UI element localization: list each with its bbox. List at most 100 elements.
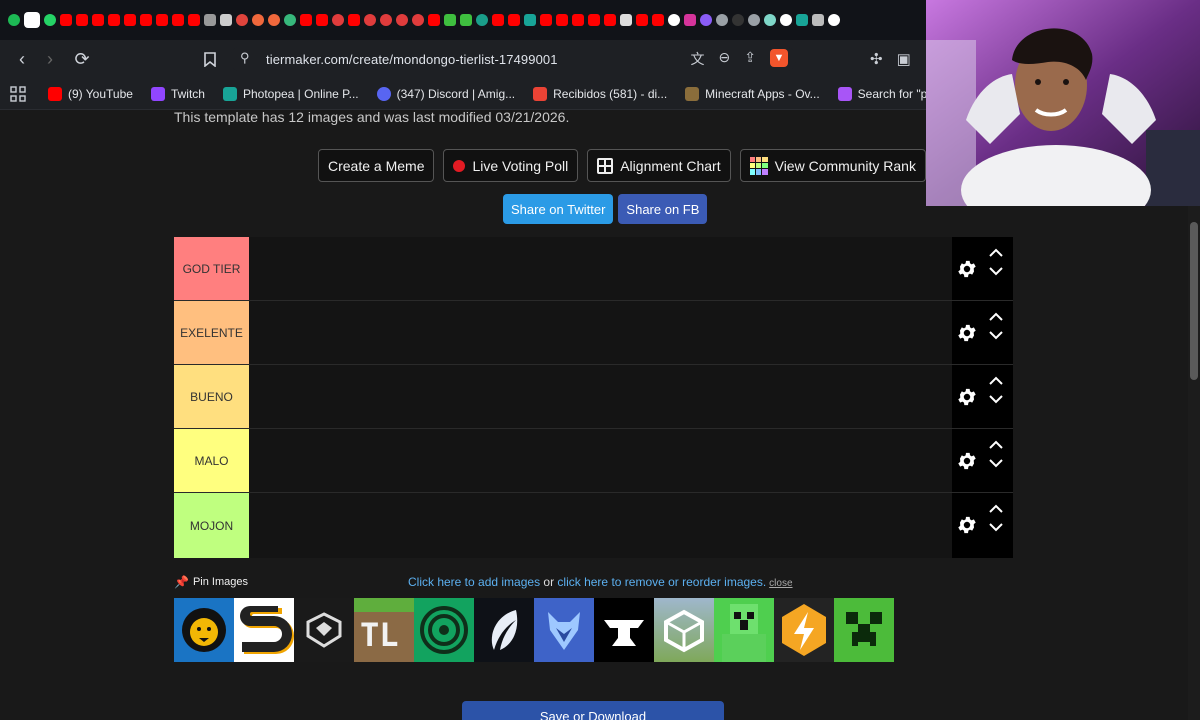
youtube-tab-icon[interactable] [300, 14, 312, 26]
tier-image-green-target[interactable] [414, 598, 474, 662]
alignment-chart-button[interactable]: Alignment Chart [587, 149, 731, 182]
youtube-tab-icon[interactable] [140, 14, 152, 26]
tab-icon[interactable] [380, 14, 392, 26]
tier-image-cube[interactable] [654, 598, 714, 662]
tab-icon[interactable] [748, 14, 760, 26]
bookmark-minecraft-apps[interactable]: Minecraft Apps - Ov... [685, 86, 820, 101]
tab-icon[interactable] [764, 14, 776, 26]
forward-button[interactable]: › [36, 45, 64, 73]
chevron-up-icon[interactable] [988, 312, 1004, 322]
chevron-down-icon[interactable] [988, 458, 1004, 468]
tab-icon[interactable] [812, 14, 824, 26]
share-twitter-button[interactable]: Share on Twitter [503, 194, 614, 224]
gear-icon[interactable] [956, 450, 978, 472]
tab-icon[interactable] [284, 14, 296, 26]
tab-icon[interactable] [700, 14, 712, 26]
apps-grid-icon[interactable] [10, 85, 26, 103]
youtube-tab-icon[interactable] [508, 14, 520, 26]
google-tab-icon[interactable] [668, 14, 680, 26]
extensions-icon[interactable]: ✣ [870, 50, 883, 68]
close-link[interactable]: close [769, 578, 792, 589]
share-fb-button[interactable]: Share on FB [618, 194, 708, 224]
tab-icon[interactable] [412, 14, 424, 26]
tier-label[interactable]: BUENO [174, 365, 249, 428]
tier-drop-zone[interactable] [249, 493, 952, 558]
whatsapp-tab-icon[interactable] [44, 14, 56, 26]
tier-image-wolf[interactable] [534, 598, 594, 662]
tier-image-creeper-arms[interactable] [714, 598, 774, 662]
gear-icon[interactable] [956, 322, 978, 344]
address-bar[interactable]: ⚲ tiermaker.com/create/mondongo-tierlist… [230, 45, 796, 73]
tier-label[interactable]: GOD TIER [174, 237, 249, 300]
gear-icon[interactable] [956, 258, 978, 280]
youtube-tab-icon[interactable] [604, 14, 616, 26]
youtube-tab-icon[interactable] [188, 14, 200, 26]
youtube-tab-icon[interactable] [652, 14, 664, 26]
youtube-tab-icon[interactable] [556, 14, 568, 26]
google-tab-icon[interactable] [780, 14, 792, 26]
tier-drop-zone[interactable] [249, 237, 952, 300]
tiktok-tab-icon[interactable] [732, 14, 744, 26]
chevron-up-icon[interactable] [988, 376, 1004, 386]
youtube-tab-icon[interactable] [76, 14, 88, 26]
bookmark-search[interactable]: Search for "pc" foun... [837, 86, 926, 101]
tab-icon[interactable] [252, 14, 264, 26]
tab-icon[interactable] [236, 14, 248, 26]
tier-image-creeper[interactable] [834, 598, 894, 662]
tab-icon[interactable] [268, 14, 280, 26]
tier-label[interactable]: MOJON [174, 493, 249, 558]
zoom-icon[interactable]: ⊖ [719, 49, 731, 69]
site-info-icon[interactable]: ⚲ [240, 50, 250, 66]
tier-image-anvil[interactable] [594, 598, 654, 662]
translate-icon[interactable]: 文 [691, 49, 705, 69]
save-or-download-button[interactable]: Save or Download [462, 701, 724, 720]
bookmark-youtube[interactable]: (9) YouTube [48, 86, 133, 101]
download-tab-icon[interactable] [444, 14, 456, 26]
bookmark-twitch[interactable]: Twitch [150, 86, 205, 101]
tier-image-lightning[interactable] [774, 598, 834, 662]
youtube-tab-icon[interactable] [156, 14, 168, 26]
chevron-down-icon[interactable] [988, 522, 1004, 532]
share-icon[interactable]: ⇪ [744, 49, 756, 69]
bookmark-icon[interactable] [196, 45, 224, 73]
tier-image-feather[interactable] [474, 598, 534, 662]
tab-icon[interactable] [396, 14, 408, 26]
create-meme-button[interactable]: Create a Meme [318, 149, 435, 182]
spotify-tab-icon[interactable] [8, 14, 20, 26]
brave-shields-icon[interactable]: ▼ [770, 49, 788, 67]
bookmark-gmail[interactable]: Recibidos (581) - di... [533, 86, 667, 101]
back-button[interactable]: ‹ [8, 45, 36, 73]
instagram-tab-icon[interactable] [684, 14, 696, 26]
tier-drop-zone[interactable] [249, 301, 952, 364]
youtube-tab-icon[interactable] [316, 14, 328, 26]
bookmark-photopea[interactable]: Photopea | Online P... [222, 86, 359, 101]
download-tab-icon[interactable] [460, 14, 472, 26]
youtube-tab-icon[interactable] [428, 14, 440, 26]
youtube-tab-icon[interactable] [60, 14, 72, 26]
chevron-up-icon[interactable] [988, 248, 1004, 258]
tab-icon[interactable] [716, 14, 728, 26]
youtube-tab-icon[interactable] [540, 14, 552, 26]
youtube-tab-icon[interactable] [636, 14, 648, 26]
tier-image-dark-logo[interactable] [294, 598, 354, 662]
youtube-tab-icon[interactable] [588, 14, 600, 26]
tier-image-s-logo[interactable] [234, 598, 294, 662]
add-images-link[interactable]: Click here to add images [408, 575, 540, 589]
chevron-down-icon[interactable] [988, 394, 1004, 404]
chevron-down-icon[interactable] [988, 330, 1004, 340]
tier-label[interactable]: MALO [174, 429, 249, 492]
tier-image-lion[interactable] [174, 598, 234, 662]
tab-icon[interactable] [476, 14, 488, 26]
tab-icon[interactable] [204, 14, 216, 26]
view-community-rank-button[interactable]: View Community Rank [739, 149, 926, 182]
active-tab-icon[interactable] [24, 12, 40, 28]
chevron-down-icon[interactable] [988, 266, 1004, 276]
reorder-images-link[interactable]: click here to remove or reorder images. [557, 575, 766, 589]
gear-icon[interactable] [956, 386, 978, 408]
youtube-tab-icon[interactable] [108, 14, 120, 26]
live-voting-poll-button[interactable]: Live Voting Poll [443, 149, 579, 182]
chevron-up-icon[interactable] [988, 440, 1004, 450]
wallet-icon[interactable]: ▣ [897, 50, 911, 68]
tier-drop-zone[interactable] [249, 429, 952, 492]
youtube-tab-icon[interactable] [572, 14, 584, 26]
